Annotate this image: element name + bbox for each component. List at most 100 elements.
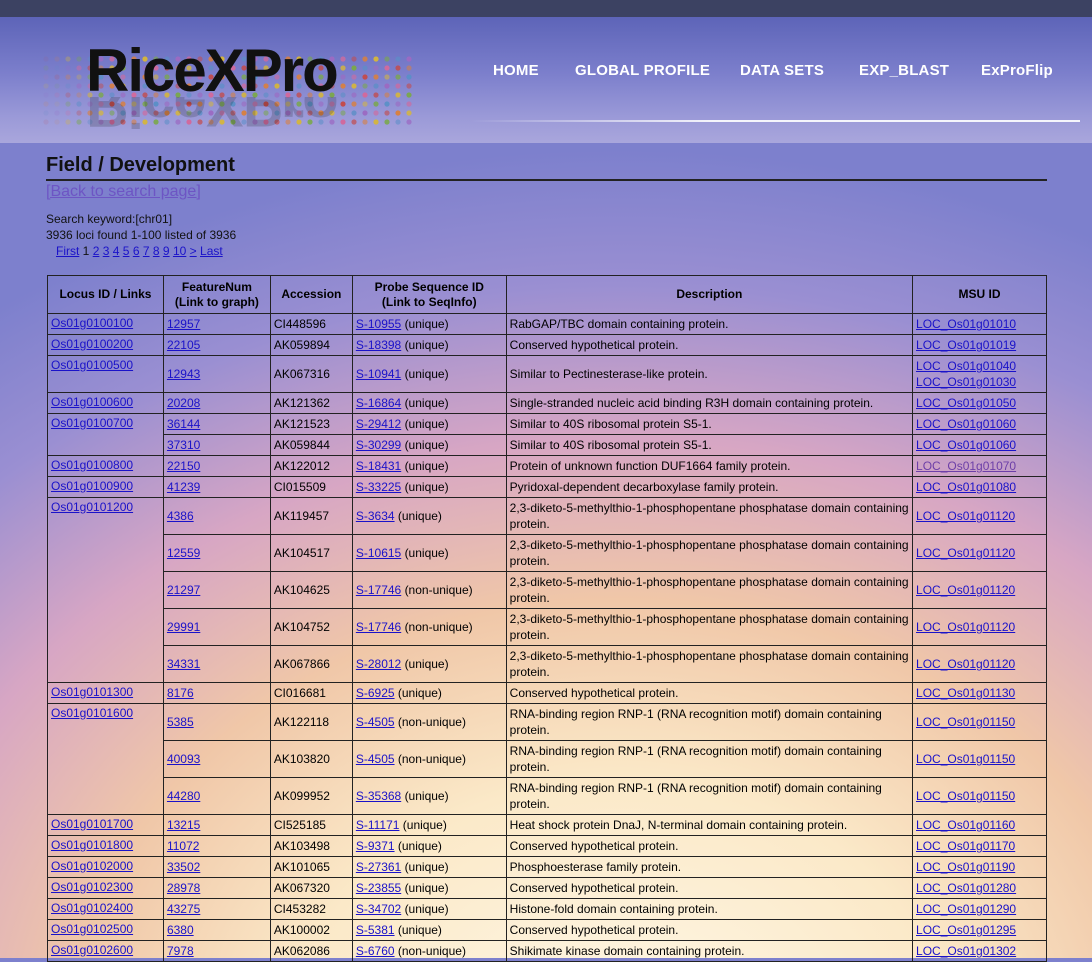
msu-link[interactable]: LOC_Os01g01050 <box>916 396 1016 410</box>
feature-link[interactable]: 40093 <box>167 752 200 766</box>
probe-link[interactable]: S-6760 <box>356 944 395 958</box>
feature-link[interactable]: 20208 <box>167 396 200 410</box>
pager-last[interactable]: Last <box>200 244 223 258</box>
probe-link[interactable]: S-17746 <box>356 620 401 634</box>
probe-link[interactable]: S-18431 <box>356 459 401 473</box>
pager-page-link[interactable]: 3 <box>103 244 110 258</box>
msu-link[interactable]: LOC_Os01g01150 <box>916 789 1015 803</box>
feature-link[interactable]: 28978 <box>167 881 200 895</box>
locus-link[interactable]: Os01g0101700 <box>51 817 133 831</box>
nav-data-sets[interactable]: DATA SETS <box>740 62 824 79</box>
locus-link[interactable]: Os01g0102000 <box>51 859 133 873</box>
feature-link[interactable]: 12943 <box>167 367 200 381</box>
msu-link[interactable]: LOC_Os01g01130 <box>916 686 1015 700</box>
msu-link[interactable]: LOC_Os01g01150 <box>916 752 1015 766</box>
msu-link[interactable]: LOC_Os01g01120 <box>916 620 1015 634</box>
probe-link[interactable]: S-10941 <box>356 367 401 381</box>
probe-link[interactable]: S-4505 <box>356 715 395 729</box>
msu-link[interactable]: LOC_Os01g01295 <box>916 923 1016 937</box>
feature-link[interactable]: 43275 <box>167 902 200 916</box>
nav-global-profile[interactable]: GLOBAL PROFILE <box>575 62 710 79</box>
feature-link[interactable]: 21297 <box>167 583 200 597</box>
feature-link[interactable]: 7978 <box>167 944 194 958</box>
msu-link[interactable]: LOC_Os01g01060 <box>916 417 1016 431</box>
locus-link[interactable]: Os01g0100800 <box>51 458 133 472</box>
feature-link[interactable]: 13215 <box>167 818 200 832</box>
msu-link[interactable]: LOC_Os01g01120 <box>916 509 1015 523</box>
feature-link[interactable]: 22150 <box>167 459 200 473</box>
msu-link[interactable]: LOC_Os01g01080 <box>916 480 1016 494</box>
probe-link[interactable]: S-17746 <box>356 583 401 597</box>
pager-next[interactable]: > <box>190 244 197 258</box>
locus-link[interactable]: Os01g0100600 <box>51 395 133 409</box>
pager-first[interactable]: First <box>56 244 79 258</box>
probe-link[interactable]: S-35368 <box>356 789 401 803</box>
msu-link[interactable]: LOC_Os01g01302 <box>916 944 1016 958</box>
locus-link[interactable]: Os01g0102500 <box>51 922 133 936</box>
feature-link[interactable]: 33502 <box>167 860 200 874</box>
msu-link[interactable]: LOC_Os01g01010 <box>916 317 1016 331</box>
msu-link[interactable]: LOC_Os01g01150 <box>916 715 1015 729</box>
probe-link[interactable]: S-11171 <box>356 818 400 832</box>
back-to-search-link[interactable]: [Back to search page] <box>46 183 201 201</box>
feature-link[interactable]: 4386 <box>167 509 194 523</box>
probe-link[interactable]: S-27361 <box>356 860 401 874</box>
probe-link[interactable]: S-5381 <box>356 923 395 937</box>
probe-link[interactable]: S-23855 <box>356 881 401 895</box>
feature-link[interactable]: 44280 <box>167 789 200 803</box>
probe-link[interactable]: S-16864 <box>356 396 401 410</box>
msu-link[interactable]: LOC_Os01g01120 <box>916 583 1015 597</box>
msu-link[interactable]: LOC_Os01g01040 <box>916 359 1016 373</box>
probe-link[interactable]: S-10615 <box>356 546 401 560</box>
feature-link[interactable]: 36144 <box>167 417 200 431</box>
feature-link[interactable]: 37310 <box>167 438 200 452</box>
locus-link[interactable]: Os01g0101300 <box>51 685 133 699</box>
nav-exp-blast[interactable]: EXP_BLAST <box>859 62 949 79</box>
msu-link[interactable]: LOC_Os01g01190 <box>916 860 1015 874</box>
probe-link[interactable]: S-33225 <box>356 480 401 494</box>
feature-link[interactable]: 8176 <box>167 686 194 700</box>
probe-link[interactable]: S-4505 <box>356 752 395 766</box>
probe-link[interactable]: S-29412 <box>356 417 401 431</box>
locus-link[interactable]: Os01g0102600 <box>51 943 133 957</box>
msu-link[interactable]: LOC_Os01g01170 <box>916 839 1015 853</box>
msu-link[interactable]: LOC_Os01g01280 <box>916 881 1016 895</box>
locus-link[interactable]: Os01g0100100 <box>51 316 133 330</box>
msu-link[interactable]: LOC_Os01g01120 <box>916 546 1015 560</box>
msu-link[interactable]: LOC_Os01g01160 <box>916 818 1015 832</box>
probe-link[interactable]: S-34702 <box>356 902 401 916</box>
feature-link[interactable]: 6380 <box>167 923 194 937</box>
nav-home[interactable]: HOME <box>493 62 539 79</box>
msu-link[interactable]: LOC_Os01g01070 <box>916 459 1016 473</box>
probe-link[interactable]: S-30299 <box>356 438 401 452</box>
pager-page-link[interactable]: 7 <box>143 244 150 258</box>
msu-link[interactable]: LOC_Os01g01290 <box>916 902 1016 916</box>
feature-link[interactable]: 41239 <box>167 480 200 494</box>
probe-link[interactable]: S-6925 <box>356 686 395 700</box>
pager-page-link[interactable]: 8 <box>153 244 160 258</box>
feature-link[interactable]: 11072 <box>167 839 199 853</box>
nav-exproflip[interactable]: ExProFlip <box>981 62 1053 79</box>
ricexpro-logo[interactable]: RiceXPro RiceXPro <box>36 37 416 137</box>
locus-link[interactable]: Os01g0100500 <box>51 358 133 372</box>
feature-link[interactable]: 29991 <box>167 620 200 634</box>
msu-link[interactable]: LOC_Os01g01030 <box>916 375 1016 389</box>
locus-link[interactable]: Os01g0100700 <box>51 416 133 430</box>
msu-link[interactable]: LOC_Os01g01019 <box>916 338 1016 352</box>
locus-link[interactable]: Os01g0101200 <box>51 500 133 514</box>
pager-page-link[interactable]: 5 <box>123 244 130 258</box>
locus-link[interactable]: Os01g0102400 <box>51 901 133 915</box>
locus-link[interactable]: Os01g0100200 <box>51 337 133 351</box>
probe-link[interactable]: S-9371 <box>356 839 395 853</box>
probe-link[interactable]: S-3634 <box>356 509 395 523</box>
feature-link[interactable]: 34331 <box>167 657 200 671</box>
pager-page-link[interactable]: 2 <box>93 244 100 258</box>
locus-link[interactable]: Os01g0100900 <box>51 479 133 493</box>
msu-link[interactable]: LOC_Os01g01060 <box>916 438 1016 452</box>
probe-link[interactable]: S-28012 <box>356 657 401 671</box>
msu-link[interactable]: LOC_Os01g01120 <box>916 657 1015 671</box>
probe-link[interactable]: S-18398 <box>356 338 401 352</box>
locus-link[interactable]: Os01g0102300 <box>51 880 133 894</box>
probe-link[interactable]: S-10955 <box>356 317 401 331</box>
feature-link[interactable]: 12559 <box>167 546 200 560</box>
